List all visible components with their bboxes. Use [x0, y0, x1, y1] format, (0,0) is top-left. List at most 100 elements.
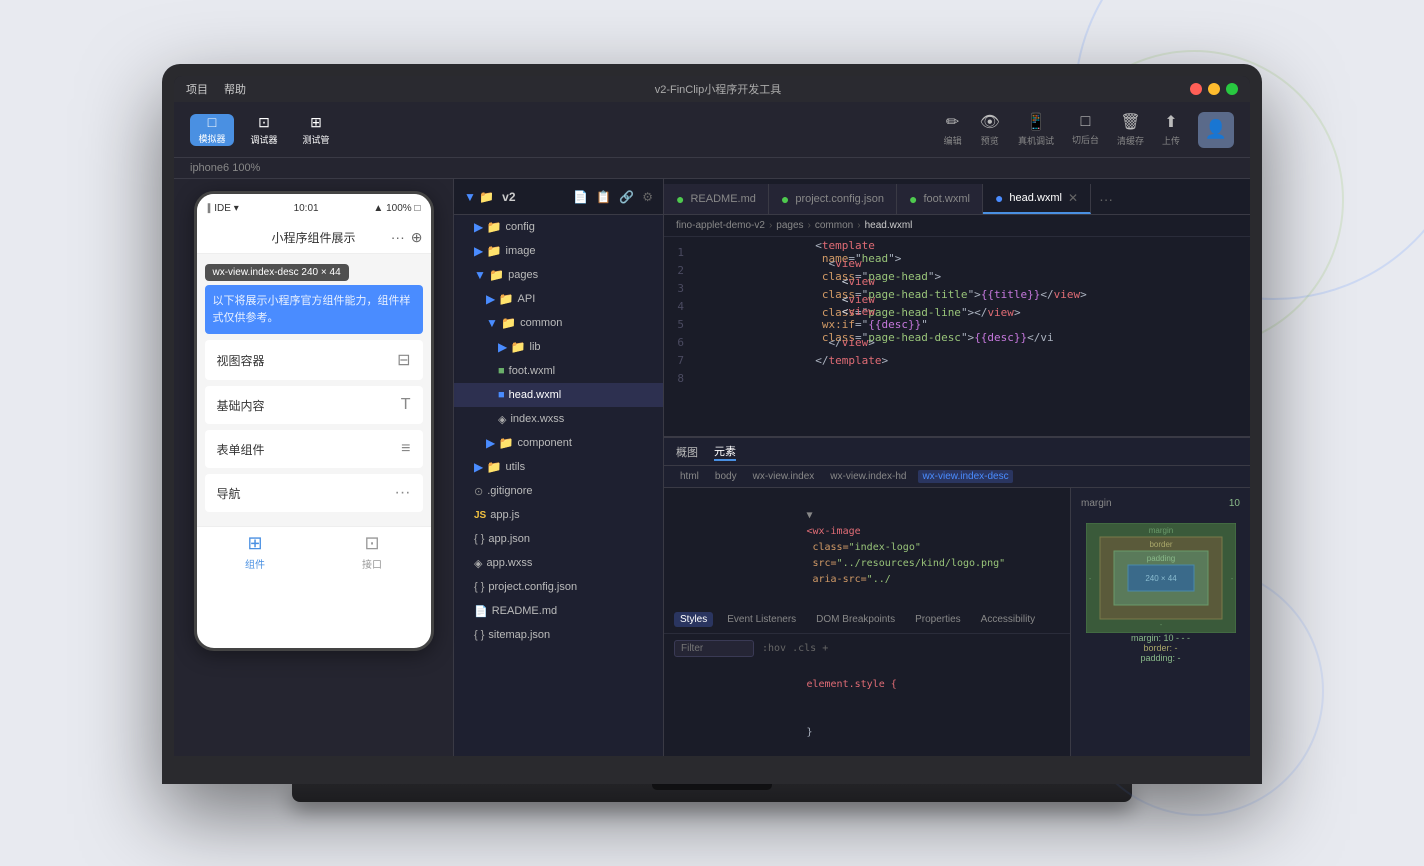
tree-item-image[interactable]: ▶ 📁 image	[454, 239, 663, 263]
styles-filter-row: :hov .cls +	[674, 640, 1060, 657]
phone-section-form[interactable]: 表单组件 ≡	[205, 430, 423, 468]
preview-action[interactable]: 👁 预览	[980, 112, 1000, 147]
laptop-notch	[652, 784, 772, 790]
tab-project-config[interactable]: ● project.config.json	[769, 184, 897, 214]
tree-item-api[interactable]: ▶ 📁 API	[454, 287, 663, 311]
tree-item-readme[interactable]: 📄 README.md	[454, 599, 663, 623]
components-icon: ⊞	[247, 533, 262, 554]
bc-pages: pages	[776, 220, 803, 231]
phone-nav-more-icon[interactable]: ···	[391, 229, 405, 246]
tree-item-app-json[interactable]: { } app.json	[454, 527, 663, 551]
styles-tab-dom[interactable]: DOM Breakpoints	[810, 612, 901, 627]
edit-action[interactable]: ✏ 编辑	[944, 112, 962, 147]
phone-nav-api[interactable]: ⊡ 接口	[362, 533, 382, 571]
dt-attr-1: class=	[806, 542, 848, 553]
styles-tab-props[interactable]: Properties	[909, 612, 967, 627]
app-window: 项目 帮助 v2-FinClip小程序开发工具 □ 模拟器	[174, 76, 1250, 756]
html-tag-wx-index-desc[interactable]: wx-view.index-desc	[918, 470, 1012, 483]
tab-foot-wxml[interactable]: ● foot.wxml	[897, 184, 983, 214]
dt-arrow-1[interactable]: ▼	[806, 510, 818, 521]
html-tag-html[interactable]: html	[676, 470, 703, 483]
ft-icon-3[interactable]: 🔗	[619, 190, 634, 204]
phone-section-nav[interactable]: 导航 ···	[205, 474, 423, 512]
ln-2: 2	[664, 264, 696, 277]
tab-readme[interactable]: ● README.md	[664, 184, 769, 214]
debugger-btn[interactable]: ⊡ 调试器	[242, 114, 286, 146]
laptop-screen: 项目 帮助 v2-FinClip小程序开发工具 □ 模拟器	[174, 76, 1250, 756]
phone-nav-components[interactable]: ⊞ 组件	[245, 533, 265, 571]
simulator-btn[interactable]: □ 模拟器	[190, 114, 234, 146]
tree-item-foot-wxml[interactable]: ■ foot.wxml	[454, 359, 663, 383]
clear-cache-action[interactable]: 🗑 清缓存	[1117, 112, 1144, 147]
ft-icon-1[interactable]: 📄	[573, 190, 588, 204]
tree-item-head-wxml[interactable]: ■ head.wxml	[454, 383, 663, 407]
html-tag-wx-index-hd[interactable]: wx-view.index-hd	[826, 470, 910, 483]
window-controls	[1190, 83, 1238, 95]
phone-nav-bar: 小程序组件展示 ··· ⊕	[197, 222, 431, 254]
utils-folder-label: utils	[506, 461, 526, 473]
toolbar-left: □ 模拟器 ⊡ 调试器 ⊞ 测试管	[190, 114, 338, 146]
devtools-header: 概图 元素	[664, 438, 1250, 466]
tree-item-app-js[interactable]: JS app.js	[454, 503, 663, 527]
devtools-section-elements[interactable]: 元素	[714, 443, 736, 461]
tree-item-config[interactable]: ▶ 📁 config	[454, 215, 663, 239]
menu-item-help[interactable]: 帮助	[224, 81, 246, 97]
tree-item-project-config[interactable]: { } project.config.json	[454, 575, 663, 599]
preview-icon: 👁	[980, 112, 1000, 132]
html-tag-body[interactable]: body	[711, 470, 741, 483]
pages-folder-label: pages	[508, 269, 538, 281]
background-action[interactable]: □ 切后台	[1072, 113, 1099, 146]
device-debug-icon: 📱	[1026, 112, 1046, 132]
tree-item-app-wxss[interactable]: ◈ app.wxss	[454, 551, 663, 575]
phone-section-label-1: 基础内容	[217, 397, 265, 414]
device-debug-action[interactable]: 📱 真机调试	[1018, 112, 1054, 147]
tree-item-component[interactable]: ▶ 📁 component	[454, 431, 663, 455]
tree-item-sitemap[interactable]: { } sitemap.json	[454, 623, 663, 647]
phone-status-right: ▲ 100% □	[373, 203, 420, 214]
file-tree-icons: 📄 📋 🔗 ⚙	[573, 190, 653, 204]
phone-section-icon-2: ≡	[401, 440, 410, 458]
tab-head-wxml[interactable]: ● head.wxml ✕	[983, 184, 1091, 214]
components-label: 组件	[245, 556, 265, 571]
upload-action[interactable]: ⬆ 上传	[1162, 112, 1180, 147]
minimize-btn[interactable]	[1208, 83, 1220, 95]
maximize-btn[interactable]	[1226, 83, 1238, 95]
tree-item-gitignore[interactable]: ⊙ .gitignore	[454, 479, 663, 503]
api-folder-icon: ▶ 📁	[486, 292, 514, 306]
menu-item-project[interactable]: 项目	[186, 81, 208, 97]
styles-tab-event[interactable]: Event Listeners	[721, 612, 802, 627]
tree-item-pages[interactable]: ▼ 📁 pages	[454, 263, 663, 287]
styles-tab-access[interactable]: Accessibility	[975, 612, 1041, 627]
tree-item-common[interactable]: ▼ 📁 common	[454, 311, 663, 335]
styles-content: :hov .cls + element.style { }	[664, 634, 1070, 756]
styles-tab-styles[interactable]: Styles	[674, 612, 713, 627]
html-tag-wx-index[interactable]: wx-view.index	[749, 470, 819, 483]
tab-more-btn[interactable]: ···	[1091, 184, 1121, 214]
test-btn[interactable]: ⊞ 测试管	[294, 114, 338, 146]
user-avatar[interactable]: 👤	[1198, 112, 1234, 148]
tree-item-index-wxss[interactable]: ◈ index.wxss	[454, 407, 663, 431]
devtools-section-overview[interactable]: 概图	[676, 444, 698, 460]
phone-nav-add-icon[interactable]: ⊕	[411, 229, 423, 246]
main-content: ∥ IDE ▾ 10:01 ▲ 100% □ 小程序组件展示 ··· ⊕	[174, 179, 1250, 756]
head-tab-close[interactable]: ✕	[1068, 191, 1078, 205]
tree-item-lib[interactable]: ▶ 📁 lib	[454, 335, 663, 359]
ft-icon-4[interactable]: ⚙	[642, 190, 653, 204]
phone-section-icon-1: T	[401, 396, 411, 414]
app-json-label: app.json	[488, 533, 530, 545]
phone-section-viewer[interactable]: 视图容器 ⊟	[205, 340, 423, 380]
ln-7: 7	[664, 354, 696, 367]
tree-item-utils[interactable]: ▶ 📁 utils	[454, 455, 663, 479]
styles-filter-input[interactable]	[674, 640, 754, 657]
devtools-left: ▼ <wx-image class="index-logo" src="../r…	[664, 488, 1070, 756]
bc-active: head.wxml	[865, 220, 913, 231]
close-btn[interactable]	[1190, 83, 1202, 95]
dt-line-1: ▼ <wx-image class="index-logo" src="../r…	[674, 492, 1060, 604]
box-margin-value: 10	[1229, 498, 1240, 517]
ft-icon-2[interactable]: 📋	[596, 190, 611, 204]
box-margin-val: margin: 10 - - -	[1131, 633, 1190, 643]
phone-section-basic[interactable]: 基础内容 T	[205, 386, 423, 424]
style-rule-1: element.style {	[674, 661, 1060, 709]
app-title: v2-FinClip小程序开发工具	[262, 81, 1174, 97]
dt-tag-1: <wx-image	[806, 526, 860, 537]
